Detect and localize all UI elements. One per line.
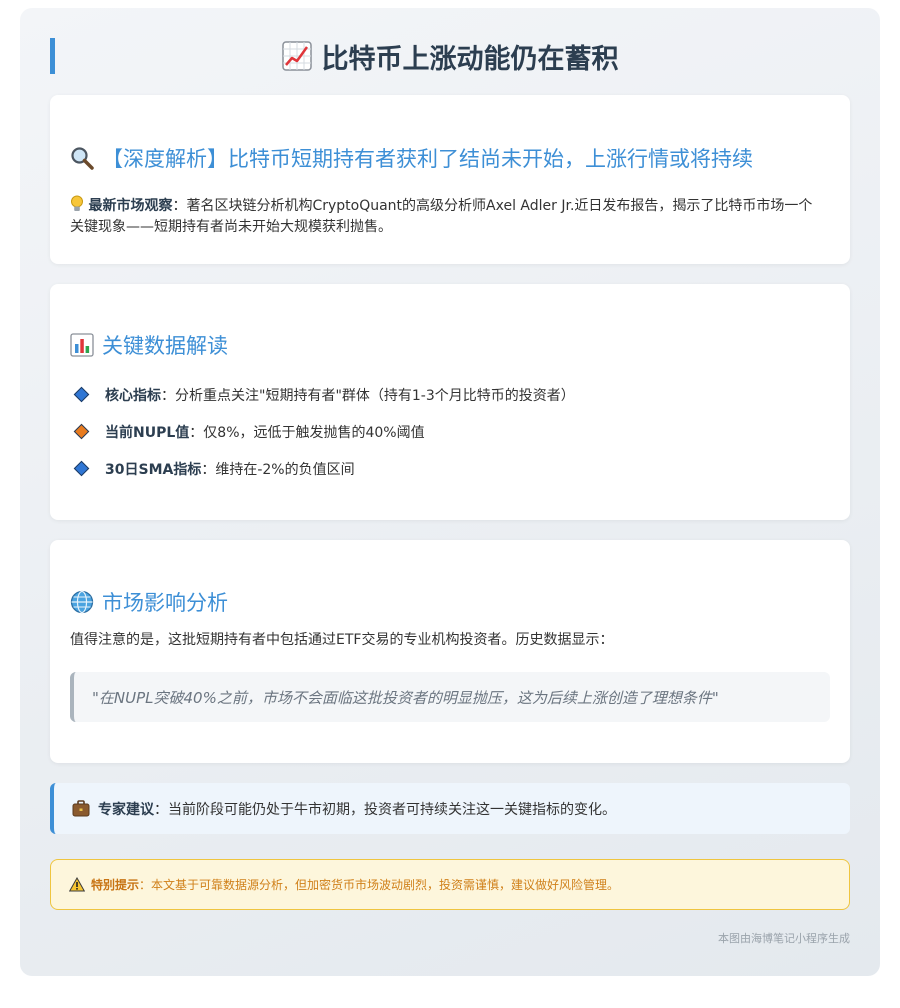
list-item-label: 30日SMA指标 (105, 461, 202, 478)
expert-advice-body: ：当前阶段可能仍处于牛市初期，投资者可持续关注这一关键指标的变化。 (154, 801, 616, 818)
list-item: 30日SMA指标 ：维持在-2%的负值区间 (72, 450, 830, 487)
chart-increasing-icon (281, 41, 312, 71)
orange-diamond-icon (73, 423, 90, 440)
bar-chart-icon (70, 333, 94, 357)
blue-diamond-icon (73, 460, 90, 477)
risk-warning-body: ：本文基于可靠数据源分析，但加密货币市场波动剧烈，投资需谨慎，建议做好风险管理。 (139, 878, 620, 892)
list-item-text: ：仅8%，远低于触发抛售的40%阈值 (189, 424, 425, 441)
analysis-heading-row: 【深度解析】比特币短期持有者获利了结尚未开始，上涨行情或将持续 (70, 143, 830, 173)
expert-advice-label: 专家建议 (98, 801, 154, 818)
key-data-heading: 关键数据解读 (102, 334, 228, 358)
market-impact-heading-row: 市场影响分析 (70, 587, 830, 617)
list-item: 当前NUPL值 ：仅8%，远低于触发抛售的40%阈值 (72, 413, 830, 450)
analysis-heading: 【深度解析】比特币短期持有者获利了结尚未开始，上涨行情或将持续 (102, 147, 753, 171)
list-item-label: 当前NUPL值 (105, 424, 190, 441)
briefcase-icon (72, 800, 90, 817)
market-impact-text: 值得注意的是，这批短期持有者中包括通过ETF交易的专业机构投资者。历史数据显示： (70, 632, 614, 648)
list-item-text: ：分析重点关注"短期持有者"群体（持有1-3个月比特币的投资者） (161, 387, 575, 404)
market-observation-body: ：著名区块链分析机构CryptoQuant的高级分析师Axel Adler Jr… (70, 198, 813, 235)
list-item: 核心指标 ：分析重点关注"短期持有者"群体（持有1-3个月比特币的投资者） (72, 376, 830, 413)
key-data-heading-row: 关键数据解读 (70, 330, 830, 360)
market-observation-label: 最新市场观察 (88, 198, 173, 214)
globe-icon (70, 590, 94, 614)
title-row: 比特币上涨动能仍在蓄积 (50, 38, 850, 75)
page-title: 比特币上涨动能仍在蓄积 (321, 43, 619, 75)
blue-diamond-icon (73, 386, 90, 403)
expert-advice-box: 专家建议：当前阶段可能仍处于牛市初期，投资者可持续关注这一关键指标的变化。 (50, 783, 850, 834)
risk-warning-box: 特别提示：本文基于可靠数据源分析，但加密货币市场波动剧烈，投资需谨慎，建议做好风… (50, 859, 850, 910)
risk-warning-text: 特别提示：本文基于可靠数据源分析，但加密货币市场波动剧烈，投资需谨慎，建议做好风… (91, 876, 619, 893)
key-data-card: 关键数据解读 核心指标 ：分析重点关注"短期持有者"群体（持有1-3个月比特币的投… (50, 284, 850, 520)
magnifying-glass-icon (70, 146, 94, 170)
warning-icon (69, 877, 85, 892)
market-impact-card: 市场影响分析 值得注意的是，这批短期持有者中包括通过ETF交易的专业机构投资者。… (50, 540, 850, 763)
history-quote: "在NUPL突破40%之前，市场不会面临这批投资者的明显抛压，这为后续上涨创造了… (70, 672, 830, 722)
footer-credit: 本图由海博笔记小程序生成 (718, 932, 850, 945)
analysis-card: 【深度解析】比特币短期持有者获利了结尚未开始，上涨行情或将持续 最新市场观察：著… (50, 95, 850, 264)
risk-warning-label: 特别提示 (91, 878, 140, 892)
light-bulb-icon (70, 195, 84, 213)
market-observation-text: 最新市场观察：著名区块链分析机构CryptoQuant的高级分析师Axel Ad… (70, 195, 822, 238)
key-data-list: 核心指标 ：分析重点关注"短期持有者"群体（持有1-3个月比特币的投资者） 当前N… (72, 376, 830, 487)
list-item-text: ：维持在-2%的负值区间 (201, 461, 355, 478)
market-impact-heading: 市场影响分析 (102, 591, 228, 615)
title-bar: 比特币上涨动能仍在蓄积 (50, 38, 850, 75)
poster-frame: 比特币上涨动能仍在蓄积 【深度解析】比特币短期持有者获利了结尚未开始，上涨行情或… (20, 8, 880, 976)
expert-advice-text: 专家建议：当前阶段可能仍处于牛市初期，投资者可持续关注这一关键指标的变化。 (98, 799, 616, 819)
list-item-label: 核心指标 (105, 387, 161, 404)
